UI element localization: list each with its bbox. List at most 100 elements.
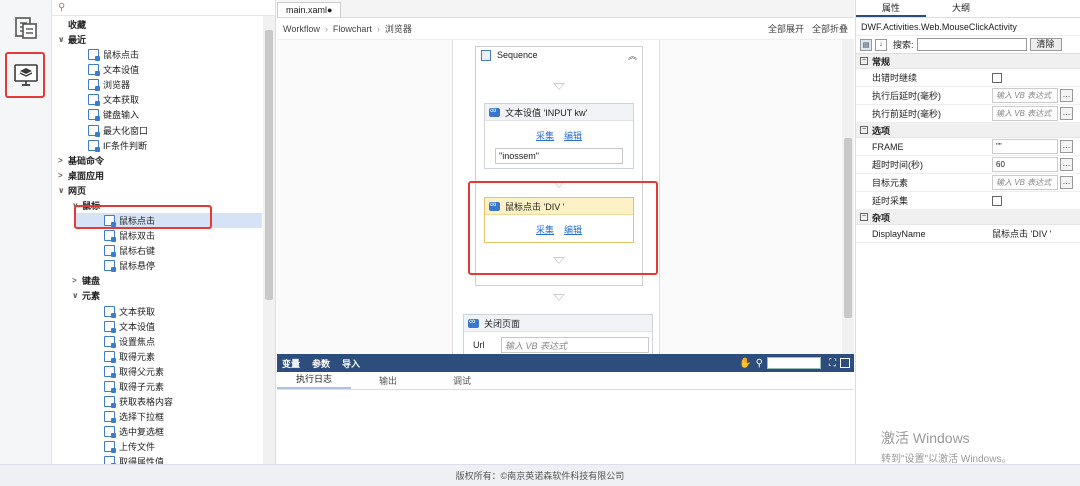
tab-execution-log[interactable]: 执行日志: [277, 372, 351, 389]
chevron-down-icon[interactable]: ∨: [72, 291, 82, 300]
activity-rail: [0, 0, 52, 464]
variables-bar: 变量 参数 导入 ✋ ⚲ ⛶: [277, 354, 854, 372]
delay-before-input[interactable]: 输入 VB 表达式: [992, 106, 1058, 121]
categorized-icon[interactable]: ▤: [860, 38, 872, 51]
prop-frame: FRAME ""…: [856, 138, 1080, 156]
continue-on-error-checkbox[interactable]: [992, 72, 1002, 83]
tree-item-label: 浏览器: [103, 80, 131, 91]
sort-alpha-icon[interactable]: ↓: [875, 38, 887, 51]
tree-activity-item[interactable]: 获取表格内容: [104, 394, 173, 409]
fit-screen-icon[interactable]: ⛶: [829, 358, 836, 369]
tree-activity-item[interactable]: 键盘输入: [88, 107, 139, 122]
ellipsis-button[interactable]: …: [1060, 89, 1073, 102]
tree-activity-item[interactable]: 最大化窗口: [88, 123, 148, 138]
tree-category[interactable]: > 键盘: [72, 273, 100, 288]
breadcrumb-browser[interactable]: 浏览器: [385, 22, 412, 35]
tree-item-label: 鼠标悬停: [119, 261, 156, 272]
toolbox-search[interactable]: ⚲: [52, 0, 275, 16]
tree-category[interactable]: 收藏: [58, 17, 86, 32]
chevron-right-icon[interactable]: >: [58, 171, 68, 180]
chevron-down-icon[interactable]: ∨: [58, 186, 68, 195]
tab-outline[interactable]: 大纲: [926, 0, 996, 17]
activity-set-text[interactable]: 文本设值 'INPUT kw' 采集 编辑 "inossem": [484, 103, 634, 169]
clear-button[interactable]: 清除: [1029, 38, 1062, 51]
edit-link[interactable]: 编辑: [564, 129, 582, 142]
capture-link[interactable]: 采集: [536, 129, 554, 142]
chevron-right-icon[interactable]: >: [58, 156, 68, 165]
overview-icon[interactable]: [840, 358, 850, 368]
category-misc[interactable]: − 杂项: [856, 210, 1080, 225]
ellipsis-button[interactable]: …: [1060, 158, 1073, 171]
expand-all-button[interactable]: 全部展开: [768, 22, 804, 35]
category-general[interactable]: − 常规: [856, 54, 1080, 69]
activity-item-icon: [104, 365, 116, 378]
document-list-icon[interactable]: [10, 12, 42, 44]
tree-category[interactable]: > 桌面应用: [58, 168, 104, 183]
frame-input[interactable]: "": [992, 139, 1058, 154]
tree-activity-item[interactable]: 鼠标双击: [104, 228, 155, 243]
tree-activity-item[interactable]: 鼠标右键: [104, 243, 155, 258]
ellipsis-button[interactable]: …: [1060, 176, 1073, 189]
toolbox-scrollbar[interactable]: [263, 16, 275, 464]
zoom-select[interactable]: [767, 357, 821, 369]
arguments-tab[interactable]: 参数: [312, 357, 330, 370]
collapse-all-button[interactable]: 全部折叠: [812, 22, 848, 35]
activity-close-page[interactable]: 关闭页面 Url 输入 VB 表达式: [463, 314, 653, 354]
tree-activity-item[interactable]: IF条件判断: [88, 138, 147, 153]
tree-category[interactable]: ∨ 网页: [58, 183, 86, 198]
tree-category[interactable]: ∨ 最近: [58, 32, 86, 47]
hand-pan-icon[interactable]: ✋: [739, 358, 751, 369]
tab-main-xaml[interactable]: main.xaml●: [277, 2, 342, 17]
property-search-input[interactable]: [916, 38, 1027, 51]
activity-item-icon: [88, 139, 100, 152]
tree-activity-item[interactable]: 文本获取: [104, 304, 155, 319]
design-canvas[interactable]: Sequence ︽ 文本设值 'INPUT kw' 采集 编辑 "inosse…: [277, 40, 854, 354]
text-value-input[interactable]: "inossem": [495, 148, 623, 164]
tree-category[interactable]: ∨ 元素: [72, 288, 100, 303]
canvas-scrollbar[interactable]: [842, 40, 854, 354]
breadcrumb-flowchart[interactable]: Flowchart: [333, 24, 372, 34]
chevron-down-icon[interactable]: ∨: [58, 35, 68, 44]
tree-activity-item[interactable]: 取得子元素: [104, 379, 164, 394]
tab-properties[interactable]: 属性: [856, 0, 926, 17]
tree-activity-item[interactable]: 取得元素: [104, 349, 155, 364]
ellipsis-button[interactable]: …: [1060, 140, 1073, 153]
tree-item-label: 取得属性值: [119, 457, 165, 464]
delay-capture-checkbox[interactable]: [992, 195, 1002, 206]
tree-activity-item[interactable]: 取得父元素: [104, 364, 164, 379]
tree-category[interactable]: > 基础命令: [58, 153, 104, 168]
tab-output[interactable]: 输出: [351, 374, 425, 387]
tree-item-label: 取得元素: [119, 351, 156, 362]
tab-debug[interactable]: 调试: [425, 374, 499, 387]
tree-item-label: 最大化窗口: [103, 125, 149, 136]
tree-activity-item[interactable]: 浏览器: [88, 77, 130, 92]
tree-activity-item[interactable]: 文本设值: [104, 319, 155, 334]
tree-activity-item[interactable]: 选择下拉框: [104, 409, 164, 424]
ellipsis-button[interactable]: …: [1060, 107, 1073, 120]
category-options[interactable]: − 选项: [856, 123, 1080, 138]
chevron-right-icon[interactable]: >: [72, 276, 82, 285]
display-name-value[interactable]: 鼠标点击 'DIV ': [992, 227, 1051, 240]
activity-item-icon: [88, 79, 100, 92]
tree-item-label: 获取表格内容: [119, 397, 174, 407]
tree-activity-item[interactable]: 鼠标悬停: [104, 258, 155, 273]
target-element-input[interactable]: 输入 VB 表达式: [992, 175, 1058, 190]
tree-activity-item[interactable]: 文本获取: [88, 92, 139, 107]
variables-tab[interactable]: 变量: [282, 357, 300, 370]
url-input[interactable]: 输入 VB 表达式: [501, 337, 649, 353]
imports-tab[interactable]: 导入: [342, 357, 360, 370]
zoom-icon[interactable]: ⚲: [756, 358, 763, 369]
delay-after-input[interactable]: 输入 VB 表达式: [992, 88, 1058, 103]
breadcrumb-workflow[interactable]: Workflow: [283, 24, 320, 34]
tree-activity-item[interactable]: 上传文件: [104, 439, 155, 454]
collapse-chevron-icon[interactable]: ︽: [628, 49, 637, 62]
timeout-input[interactable]: 60: [992, 157, 1058, 172]
tree-activity-item[interactable]: 取得属性值: [104, 454, 164, 464]
tree-activity-item[interactable]: 鼠标点击: [88, 47, 139, 62]
activity-item-icon: [88, 64, 100, 77]
prop-delay-after: 执行后延时(毫秒) 输入 VB 表达式…: [856, 87, 1080, 105]
activity-item-icon: [104, 380, 116, 393]
tree-activity-item[interactable]: 设置焦点: [104, 334, 155, 349]
tree-activity-item[interactable]: 文本设值: [88, 62, 139, 77]
tree-activity-item[interactable]: 选中复选框: [104, 424, 164, 439]
